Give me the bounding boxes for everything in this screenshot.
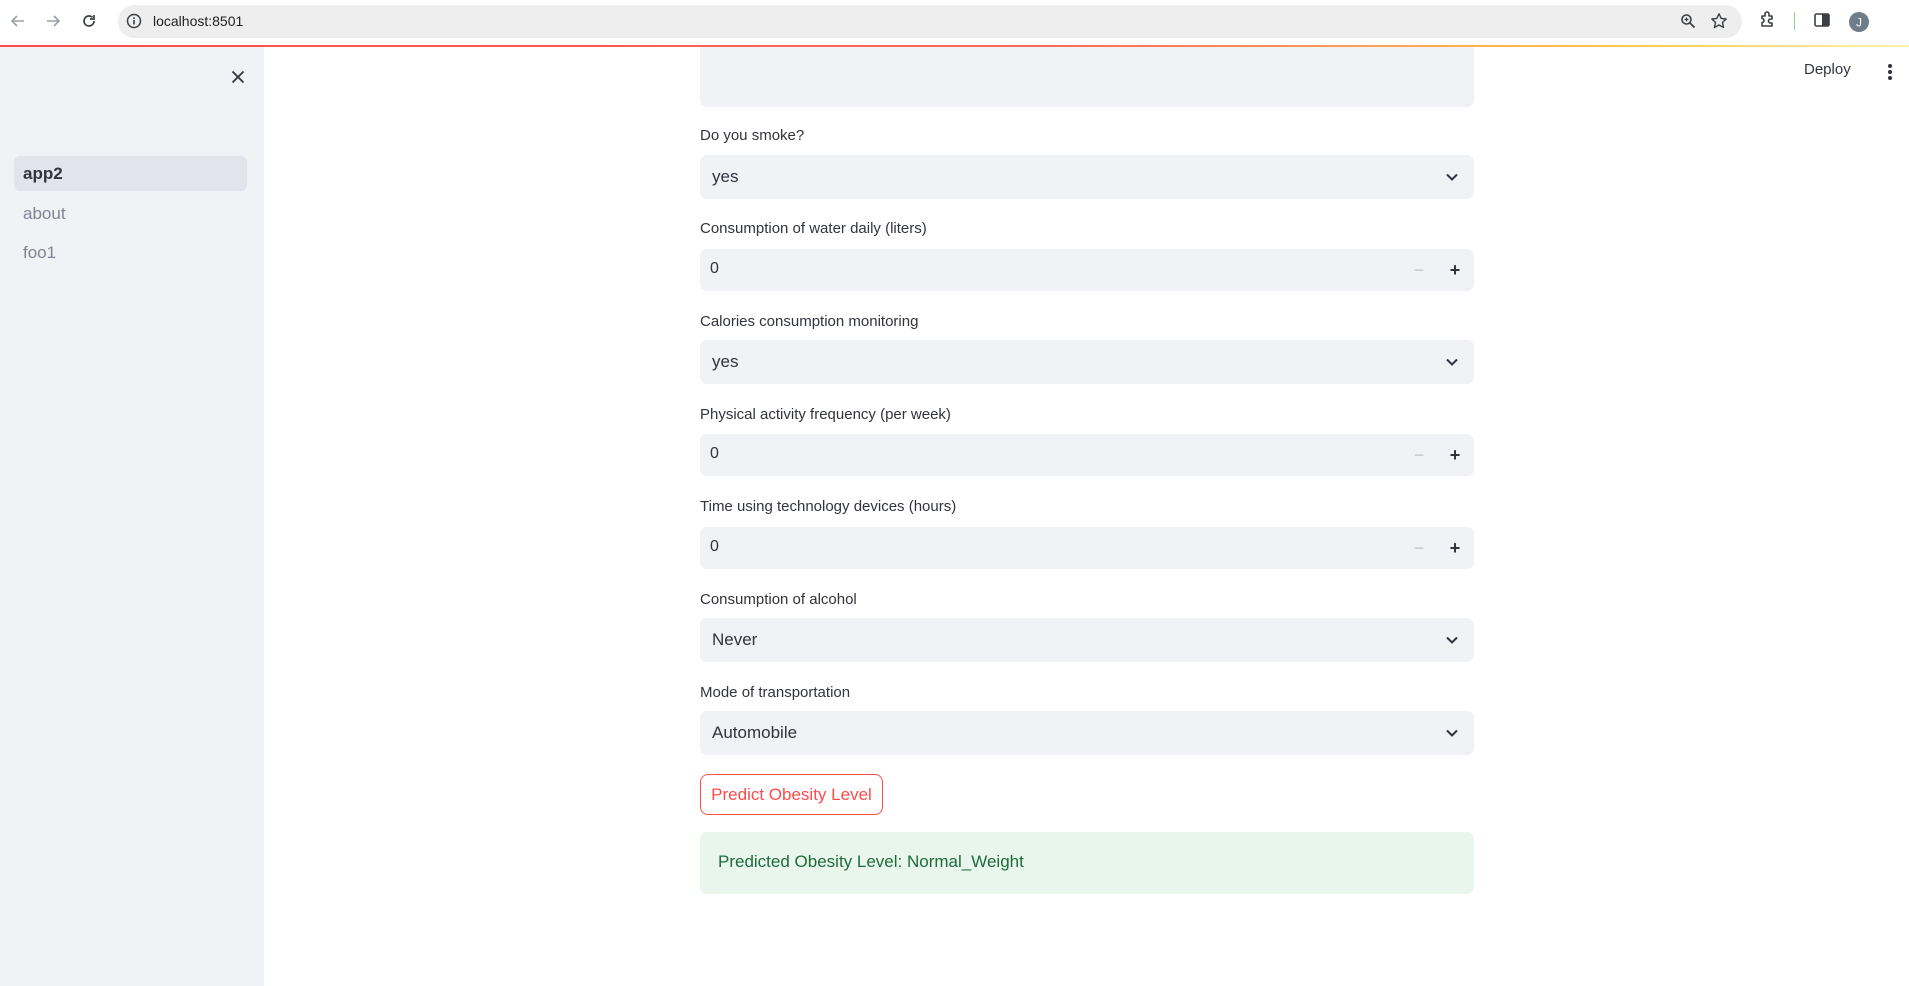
plus-icon[interactable]: +: [1440, 434, 1470, 476]
sidebar-item-foo1[interactable]: foo1: [14, 235, 247, 270]
browser-toolbar: localhost:8501 J: [0, 0, 1909, 44]
extensions-icon[interactable]: [1758, 10, 1778, 35]
address-bar[interactable]: localhost:8501: [118, 5, 1742, 38]
more-vert-icon[interactable]: [1882, 62, 1898, 82]
reload-icon[interactable]: [78, 10, 100, 32]
chevron-down-icon: [1444, 169, 1460, 190]
result-text: Predicted Obesity Level: Normal_Weight: [718, 852, 1024, 871]
alcohol-label: Consumption of alcohol: [700, 591, 857, 608]
activity-number-input[interactable]: 0 − +: [700, 434, 1474, 476]
smoke-select[interactable]: yes: [700, 155, 1474, 199]
activity-value[interactable]: 0: [710, 445, 719, 463]
plus-icon[interactable]: +: [1440, 249, 1470, 291]
alcohol-value: Never: [712, 630, 758, 649]
sidebar-item-label: app2: [23, 163, 63, 183]
info-icon[interactable]: [126, 13, 142, 34]
predict-button[interactable]: Predict Obesity Level: [700, 774, 883, 815]
calories-value: yes: [712, 352, 739, 371]
water-value[interactable]: 0: [710, 260, 719, 278]
result-alert: Predicted Obesity Level: Normal_Weight: [700, 832, 1474, 894]
zoom-icon[interactable]: [1680, 13, 1696, 34]
back-arrow-icon[interactable]: [7, 10, 29, 32]
chevron-down-icon: [1444, 354, 1460, 375]
url-text: localhost:8501: [153, 13, 244, 29]
toolbar-divider: [1794, 12, 1795, 30]
close-icon[interactable]: [226, 65, 250, 89]
tech-label: Time using technology devices (hours): [700, 498, 957, 515]
side-panel-icon[interactable]: [1812, 10, 1832, 35]
water-number-input[interactable]: 0 − +: [700, 249, 1474, 291]
tech-number-input[interactable]: 0 − +: [700, 527, 1474, 569]
minus-icon[interactable]: −: [1404, 249, 1434, 291]
transport-value: Automobile: [712, 723, 798, 742]
sidebar-item-about[interactable]: about: [14, 196, 247, 231]
tech-value[interactable]: 0: [710, 538, 719, 556]
deploy-button[interactable]: Deploy: [1804, 61, 1851, 78]
sidebar-item-app2[interactable]: app2: [14, 156, 247, 191]
chevron-down-icon: [1444, 632, 1460, 653]
smoke-value: yes: [712, 167, 739, 186]
calories-select[interactable]: yes: [700, 340, 1474, 384]
transport-label: Mode of transportation: [700, 684, 851, 701]
transport-select[interactable]: Automobile: [700, 711, 1474, 755]
calories-label: Calories consumption monitoring: [700, 313, 919, 330]
activity-label: Physical activity frequency (per week): [700, 406, 951, 423]
minus-icon[interactable]: −: [1404, 527, 1434, 569]
sidebar-item-label: foo1: [23, 242, 57, 262]
alcohol-select[interactable]: Never: [700, 618, 1474, 662]
smoke-label: Do you smoke?: [700, 127, 805, 144]
water-label: Consumption of water daily (liters): [700, 220, 927, 237]
star-icon[interactable]: [1710, 12, 1728, 35]
minus-icon[interactable]: −: [1404, 434, 1434, 476]
plus-icon[interactable]: +: [1440, 527, 1470, 569]
previous-input-field[interactable]: [700, 47, 1474, 107]
profile-avatar-icon[interactable]: J: [1848, 11, 1870, 38]
sidebar-item-label: about: [23, 203, 66, 223]
sidebar: app2 about foo1: [0, 47, 264, 986]
chevron-down-icon: [1444, 725, 1460, 746]
forward-arrow-icon[interactable]: [42, 10, 64, 32]
svg-text:J: J: [1856, 16, 1862, 30]
